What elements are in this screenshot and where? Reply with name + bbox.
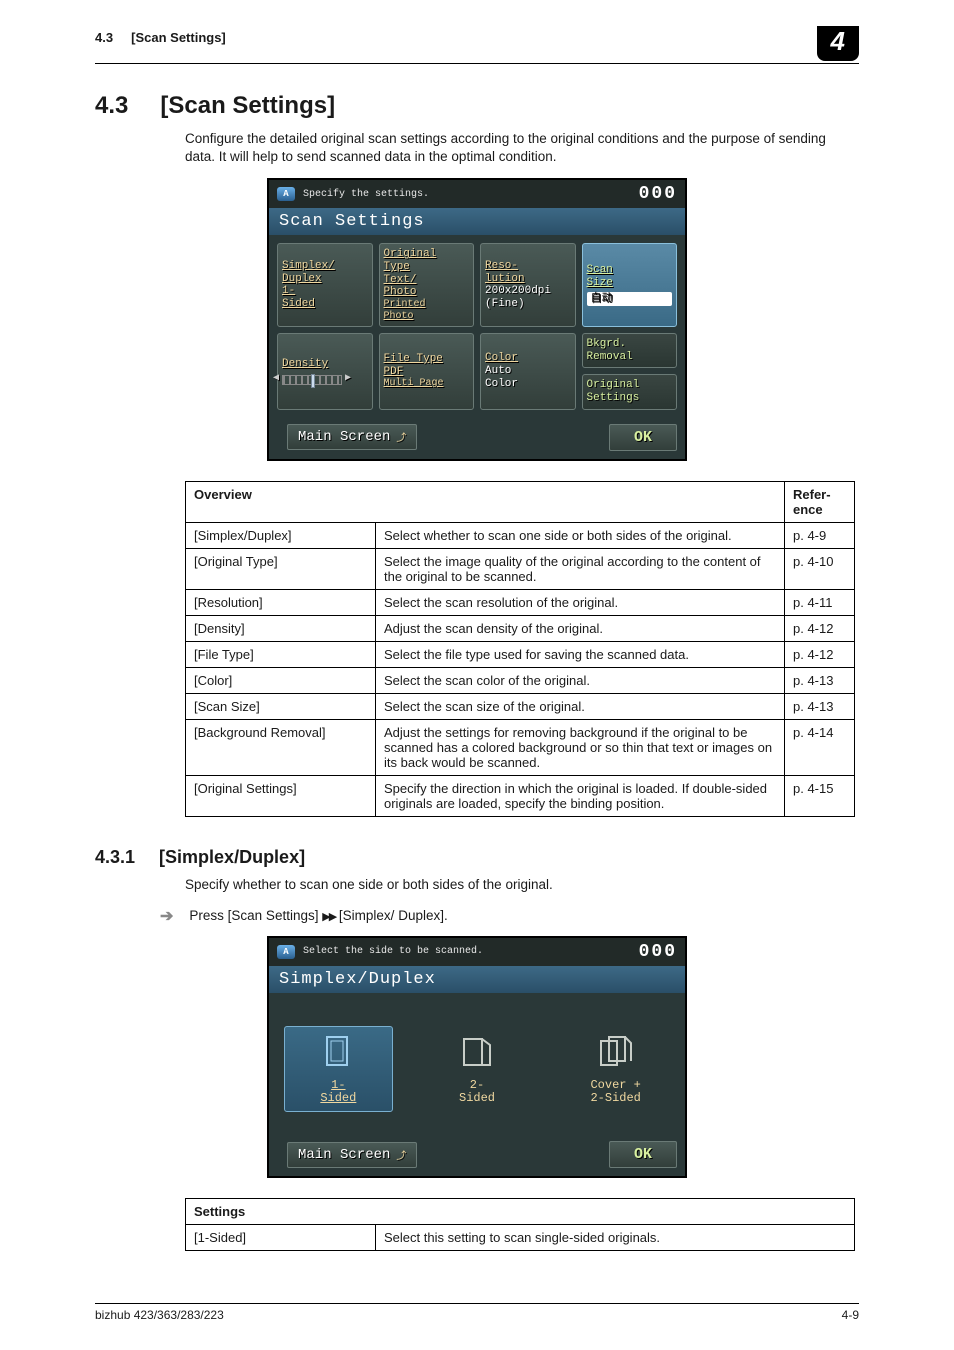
up-arrow-icon: ⤴ [396, 429, 406, 445]
cell-overview: [Density] [186, 615, 376, 641]
subsection-title: [Simplex/Duplex] [159, 847, 305, 868]
cell-desc: Specify the direction in which the origi… [376, 775, 785, 816]
ok-button[interactable]: OK [609, 1141, 677, 1168]
section-title: [Scan Settings] [160, 92, 335, 120]
table-row: [Color]Select the scan color of the orig… [186, 667, 855, 693]
cell-overview: [Simplex/Duplex] [186, 522, 376, 548]
page-single-icon [321, 1033, 355, 1071]
footer-model: bizhub 423/363/283/223 [95, 1308, 224, 1322]
cell-desc: Select the scan resolution of the origin… [376, 589, 785, 615]
cell-ref: p. 4-13 [785, 693, 855, 719]
cell-overview: [Resolution] [186, 589, 376, 615]
cell-ref: p. 4-12 [785, 615, 855, 641]
density-slider-icon [282, 375, 342, 385]
arrow-right-icon: ➔ [160, 906, 173, 926]
page-double-icon [460, 1033, 494, 1071]
section-num: 4.3 [95, 92, 128, 120]
settings-table: Settings [1-Sided]Select this setting to… [185, 1198, 855, 1251]
cell-desc: Select this setting to scan single-sided… [376, 1225, 855, 1251]
th-reference: Refer-ence [785, 481, 855, 522]
table-row: [Background Removal]Adjust the settings … [186, 719, 855, 775]
cell-ref: p. 4-10 [785, 548, 855, 589]
counter: 000 [639, 184, 677, 204]
cell-setting: [1-Sided] [186, 1225, 376, 1251]
cell-overview: [Color] [186, 667, 376, 693]
cell-ref: p. 4-14 [785, 719, 855, 775]
table-row: [Original Type]Select the image quality … [186, 548, 855, 589]
lcd-simplex-duplex: A Select the side to be scanned. 000 Sim… [267, 936, 687, 1178]
page-cover-icon [599, 1033, 633, 1071]
tile-original-settings[interactable]: Original Settings [582, 374, 678, 409]
subsection-intro: Specify whether to scan one side or both… [185, 876, 859, 894]
opt-1-sided[interactable]: 1- Sided [284, 1026, 393, 1112]
double-triangle-icon: ▶▶ [322, 911, 335, 923]
tile-scan-size[interactable]: Scan Size 自动 [582, 243, 678, 327]
cell-overview: [Background Removal] [186, 719, 376, 775]
instruction-text: Press [Scan Settings] ▶▶ [Simplex/ Duple… [189, 908, 447, 923]
th-overview: Overview [186, 481, 785, 522]
lcd-title: Simplex/Duplex [269, 966, 685, 993]
cell-desc: Adjust the scan density of the original. [376, 615, 785, 641]
tile-density[interactable]: Density [277, 333, 373, 410]
table-row: [Original Settings]Specify the direction… [186, 775, 855, 816]
counter: 000 [639, 942, 677, 962]
chapter-badge: 4 [817, 26, 859, 61]
cell-ref: p. 4-15 [785, 775, 855, 816]
cell-ref: p. 4-9 [785, 522, 855, 548]
opt-2-sided[interactable]: 2- Sided [426, 1033, 529, 1105]
cell-ref: p. 4-12 [785, 641, 855, 667]
main-screen-button[interactable]: Main Screen ⤴ [287, 424, 417, 450]
cell-desc: Adjust the settings for removing backgro… [376, 719, 785, 775]
main-screen-button[interactable]: Main Screen ⤴ [287, 1142, 417, 1168]
cell-desc: Select the scan color of the original. [376, 667, 785, 693]
tile-color[interactable]: Color Auto Color [480, 333, 576, 410]
status-icon: A [277, 945, 295, 959]
cell-ref: p. 4-11 [785, 589, 855, 615]
cell-ref: p. 4-13 [785, 667, 855, 693]
th-settings: Settings [186, 1199, 855, 1225]
cell-overview: [Original Type] [186, 548, 376, 589]
tile-file-type[interactable]: File Type PDF Multi Page [379, 333, 475, 410]
table-row: [File Type]Select the file type used for… [186, 641, 855, 667]
cell-overview: [File Type] [186, 641, 376, 667]
lcd-title: Scan Settings [269, 208, 685, 235]
table-row: [Density]Adjust the scan density of the … [186, 615, 855, 641]
crumb-title: [Scan Settings] [131, 30, 226, 45]
cell-overview: [Scan Size] [186, 693, 376, 719]
table-row: [Resolution]Select the scan resolution o… [186, 589, 855, 615]
cell-desc: Select whether to scan one side or both … [376, 522, 785, 548]
subsection-num: 4.3.1 [95, 847, 135, 868]
status-text: Specify the settings. [303, 189, 429, 200]
table-row: [Simplex/Duplex]Select whether to scan o… [186, 522, 855, 548]
status-text: Select the side to be scanned. [303, 946, 483, 957]
table-row: [Scan Size]Select the scan size of the o… [186, 693, 855, 719]
cell-desc: Select the file type used for saving the… [376, 641, 785, 667]
table-row: [1-Sided]Select this setting to scan sin… [186, 1225, 855, 1251]
tile-simplex-duplex[interactable]: Simplex/ Duplex 1- Sided [277, 243, 373, 327]
cell-desc: Select the image quality of the original… [376, 548, 785, 589]
tile-resolution[interactable]: Reso- lution 200x200dpi (Fine) [480, 243, 576, 327]
cell-desc: Select the scan size of the original. [376, 693, 785, 719]
tile-original-type[interactable]: Original Type Text/ Photo Printed Photo [379, 243, 475, 327]
cell-overview: [Original Settings] [186, 775, 376, 816]
ok-button[interactable]: OK [609, 424, 677, 451]
crumb-num: 4.3 [95, 30, 113, 45]
opt-cover-2-sided[interactable]: Cover + 2-Sided [564, 1033, 667, 1105]
lcd-scan-settings: A Specify the settings. 000 Scan Setting… [267, 178, 687, 460]
section-intro: Configure the detailed original scan set… [185, 130, 859, 166]
up-arrow-icon: ⤴ [396, 1147, 406, 1163]
tile-bkgrd-removal[interactable]: Bkgrd. Removal [582, 333, 678, 368]
footer-page: 4-9 [842, 1308, 859, 1322]
status-icon: A [277, 187, 295, 201]
overview-table: Overview Refer-ence [Simplex/Duplex]Sele… [185, 481, 855, 817]
